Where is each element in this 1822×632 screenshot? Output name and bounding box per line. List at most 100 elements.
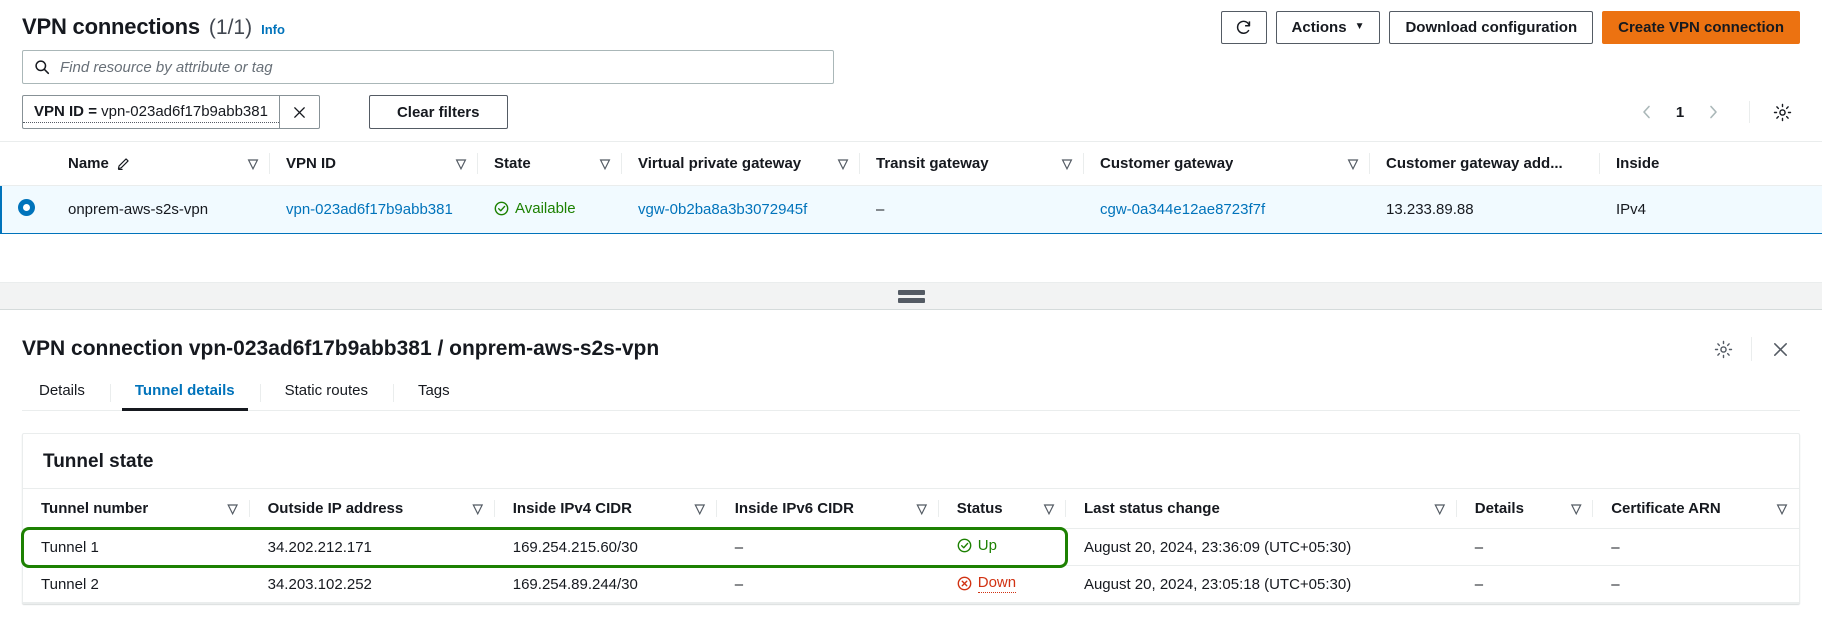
header-actions: Actions ▼ Download configuration Create … [1220, 10, 1800, 44]
search-box[interactable] [22, 50, 834, 84]
column-header-last-status-change[interactable]: Last status change ▽ [1065, 488, 1457, 529]
chevron-right-icon [1710, 105, 1717, 119]
tab-tunnel-details[interactable]: Tunnel details [109, 382, 260, 411]
filter-token[interactable]: VPN ID = vpn-023ad6f17b9abb381 [22, 95, 320, 129]
cell-transit-gateway: – [860, 185, 1084, 234]
pagination-next-button[interactable] [1693, 95, 1733, 129]
table-preferences-button[interactable] [1764, 95, 1800, 129]
column-header-status[interactable]: Status ▽ [938, 488, 1066, 529]
sort-icon[interactable]: ▽ [838, 157, 848, 170]
search-input[interactable] [58, 51, 833, 83]
table-row[interactable]: Tunnel 2 34.203.102.252 169.254.89.244/3… [23, 565, 1799, 603]
sort-icon[interactable]: ▽ [1777, 502, 1787, 515]
actions-button[interactable]: Actions ▼ [1275, 10, 1381, 44]
page-title-group: VPN connections (1/1) Info [22, 14, 285, 40]
cell-inside-ipv6: – [716, 565, 939, 603]
sort-icon[interactable]: ▽ [228, 502, 238, 515]
download-configuration-button[interactable]: Download configuration [1389, 10, 1594, 44]
sort-icon[interactable]: ▽ [600, 157, 610, 170]
cell-name: onprem-aws-s2s-vpn [52, 185, 270, 234]
column-header-outside-ip-address[interactable]: Outside IP address ▽ [249, 488, 495, 529]
filter-token-dismiss-button[interactable] [278, 96, 319, 128]
sort-icon[interactable]: ▽ [1571, 502, 1581, 515]
refresh-button[interactable] [1220, 10, 1267, 44]
detail-close-button[interactable] [1760, 332, 1800, 366]
sort-icon[interactable]: ▽ [695, 502, 705, 515]
column-header-customer-gateway[interactable]: Customer gateway ▽ [1084, 141, 1370, 186]
vgw-link[interactable]: vgw-0b2ba8a3b3072945f [638, 201, 807, 218]
tunnel-state-table: Tunnel number ▽ Outside IP address ▽ Ins… [23, 488, 1799, 603]
tunnel-header-row: Tunnel number ▽ Outside IP address ▽ Ins… [23, 488, 1799, 529]
column-label: Inside IPv6 CIDR [734, 500, 854, 517]
table-row[interactable]: onprem-aws-s2s-vpn vpn-023ad6f17b9abb381… [0, 185, 1822, 234]
cell-virtual-private-gateway[interactable]: vgw-0b2ba8a3b3072945f [622, 185, 860, 234]
sort-icon[interactable]: ▽ [473, 502, 483, 515]
row-select-cell[interactable] [0, 185, 52, 234]
sort-icon[interactable]: ▽ [1062, 157, 1072, 170]
refresh-icon [1235, 19, 1252, 36]
column-header-inside-ipv6-cidr[interactable]: Inside IPv6 CIDR ▽ [716, 488, 939, 529]
pagination-prev-button[interactable] [1627, 95, 1667, 129]
detail-preferences-button[interactable] [1703, 332, 1743, 366]
tunnel-table-wrap: Tunnel number ▽ Outside IP address ▽ Ins… [21, 488, 1799, 603]
tunnel-status-badge-down: Down [957, 573, 1017, 593]
column-header-transit-gateway[interactable]: Transit gateway ▽ [860, 141, 1084, 186]
gear-icon [1773, 103, 1791, 121]
column-header-customer-gateway-address[interactable]: Customer gateway add... [1370, 141, 1600, 186]
column-header-inside[interactable]: Inside [1600, 141, 1822, 186]
sort-icon[interactable]: ▽ [1435, 502, 1445, 515]
cell-last-status-change: August 20, 2024, 23:36:09 (UTC+05:30) [1065, 528, 1457, 566]
cell-customer-gateway[interactable]: cgw-0a344e12ae8723f7f [1084, 185, 1370, 234]
pagination-page-1[interactable]: 1 [1667, 104, 1693, 121]
select-all-header [0, 141, 52, 186]
cell-vpn-id[interactable]: vpn-023ad6f17b9abb381 [270, 185, 478, 234]
sort-icon[interactable]: ▽ [1348, 157, 1358, 170]
resize-handle-icon[interactable] [897, 289, 925, 303]
column-label: Virtual private gateway [638, 155, 802, 172]
column-header-name[interactable]: Name ▽ [52, 141, 270, 186]
filter-token-value: vpn-023ad6f17b9abb381 [101, 103, 268, 120]
list-header: VPN connections (1/1) Info Actions ▼ Dow… [0, 0, 1822, 46]
cell-inside-ipv4: 169.254.89.244/30 [494, 565, 717, 603]
tunnel-state-card: Tunnel state Tunnel number ▽ Outside IP … [21, 433, 1800, 604]
tab-static-routes[interactable]: Static routes [259, 382, 393, 410]
vpn-id-link[interactable]: vpn-023ad6f17b9abb381 [286, 201, 453, 218]
tunnel-status-label: Down [977, 573, 1017, 593]
edit-pencil-icon[interactable] [116, 157, 130, 171]
cell-state: Available [478, 185, 622, 234]
sort-icon[interactable]: ▽ [456, 157, 466, 170]
column-header-tunnel-number[interactable]: Tunnel number ▽ [23, 488, 250, 529]
gear-icon [1714, 340, 1732, 358]
create-vpn-connection-button[interactable]: Create VPN connection [1602, 10, 1800, 44]
column-header-state[interactable]: State ▽ [478, 141, 622, 186]
sort-icon[interactable]: ▽ [1044, 502, 1054, 515]
chevron-left-icon [1643, 105, 1650, 119]
vpn-connections-table: Name ▽ VPN ID ▽ State ▽ Virtual private … [0, 141, 1822, 234]
chevron-down-icon: ▼ [1354, 21, 1365, 32]
column-label: Details [1474, 500, 1524, 517]
table-body: onprem-aws-s2s-vpn vpn-023ad6f17b9abb381… [0, 185, 1822, 234]
panel-splitter[interactable] [0, 282, 1822, 310]
column-header-vpn-id[interactable]: VPN ID ▽ [270, 141, 478, 186]
column-label: Inside [1616, 155, 1660, 172]
column-label: VPN ID [286, 155, 337, 172]
tab-details[interactable]: Details [22, 382, 110, 410]
column-header-virtual-private-gateway[interactable]: Virtual private gateway ▽ [622, 141, 860, 186]
table-header-row: Name ▽ VPN ID ▽ State ▽ Virtual private … [0, 141, 1822, 186]
info-link[interactable]: Info [261, 22, 285, 37]
cell-certificate-arn: – [1593, 565, 1799, 603]
column-header-inside-ipv4-cidr[interactable]: Inside IPv4 CIDR ▽ [494, 488, 717, 529]
cgw-link[interactable]: cgw-0a344e12ae8723f7f [1100, 201, 1265, 218]
tab-tags[interactable]: Tags [392, 382, 475, 410]
vpn-connections-table-scroll[interactable]: Name ▽ VPN ID ▽ State ▽ Virtual private … [0, 141, 1822, 234]
clear-filters-button[interactable]: Clear filters [368, 95, 508, 129]
column-header-certificate-arn[interactable]: Certificate ARN ▽ [1593, 488, 1799, 529]
sort-icon[interactable]: ▽ [248, 157, 258, 170]
table-row[interactable]: Tunnel 1 34.202.212.171 169.254.215.60/3… [23, 528, 1799, 566]
column-label: Customer gateway add... [1386, 155, 1563, 172]
pagination: 1 [1627, 95, 1800, 129]
column-header-details[interactable]: Details ▽ [1456, 488, 1594, 529]
row-radio-selected[interactable] [17, 199, 35, 216]
actions-label: Actions [1291, 18, 1347, 36]
sort-icon[interactable]: ▽ [917, 502, 927, 515]
